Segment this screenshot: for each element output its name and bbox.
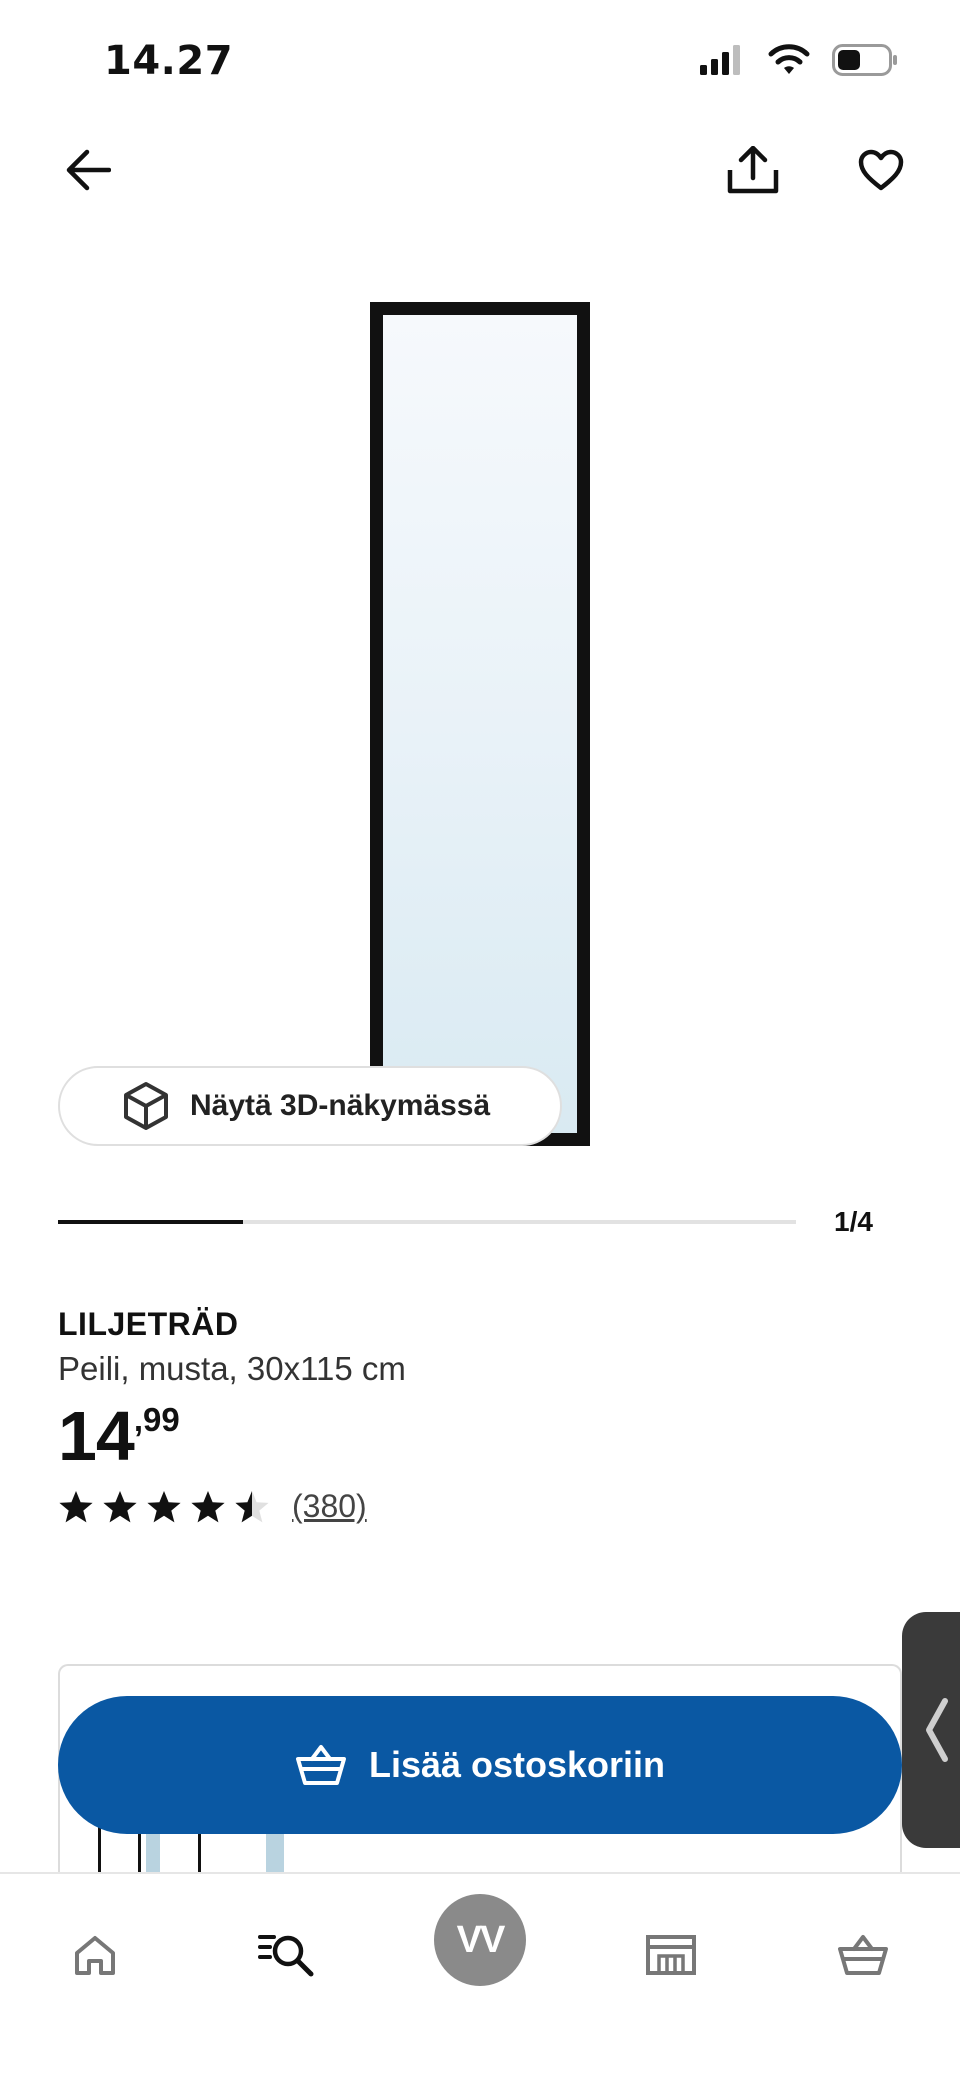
product-price: 14 ,99 (58, 1396, 180, 1476)
share-button[interactable] (717, 134, 789, 206)
nav-store[interactable] (626, 1910, 716, 2000)
search-icon (258, 1935, 314, 1977)
status-time: 14.27 (104, 38, 234, 84)
mirror-glass (383, 315, 577, 1133)
star-full-icon (59, 1490, 93, 1522)
favorite-button[interactable] (845, 134, 917, 206)
price-integer: 14 (58, 1397, 135, 1475)
product-description: Peili, musta, 30x115 cm (58, 1350, 406, 1387)
price-decimal: ,99 (133, 1401, 180, 1438)
side-panel-tab[interactable] (902, 1612, 960, 1848)
view-3d-label: Näytä 3D-näkymässä (190, 1089, 491, 1122)
product-image[interactable] (370, 302, 590, 1146)
review-count-link[interactable]: (380) (292, 1488, 367, 1525)
nav-cart[interactable] (818, 1910, 908, 2000)
battery-icon (832, 44, 897, 76)
rating-stars (58, 1489, 270, 1525)
product-name: LILJETRÄD (58, 1306, 239, 1342)
product-rating[interactable]: (380) (58, 1488, 367, 1525)
basket-icon (295, 1745, 346, 1785)
status-icons (700, 44, 898, 76)
carousel-progress-fill (58, 1220, 243, 1224)
carousel-counter: 1/4 (834, 1206, 873, 1237)
cart-icon (838, 1935, 888, 1975)
add-to-cart-label: Lisää ostoskoriin (368, 1744, 666, 1785)
bottom-nav: VV (0, 1872, 960, 2078)
cube-icon (124, 1082, 168, 1130)
avatar-initials: VV (456, 1918, 506, 1961)
star-full-icon (147, 1490, 181, 1522)
share-icon (727, 146, 779, 194)
wifi-icon (768, 44, 810, 74)
view-3d-button[interactable]: Näytä 3D-näkymässä (58, 1066, 562, 1146)
carousel-progress-track (58, 1220, 796, 1224)
store-icon (646, 1935, 696, 1975)
nav-search[interactable] (242, 1910, 332, 2000)
status-bar: 14.27 (0, 0, 960, 120)
star-half-icon (235, 1490, 269, 1522)
home-icon (75, 1936, 115, 1975)
back-arrow-icon (66, 149, 111, 191)
star-full-icon (191, 1490, 225, 1522)
back-button[interactable] (52, 134, 124, 206)
heart-icon (858, 149, 904, 191)
star-full-icon (103, 1490, 137, 1522)
nav-profile-avatar[interactable]: VV (434, 1894, 526, 1986)
signal-icon (700, 45, 740, 75)
nav-home[interactable] (50, 1910, 140, 2000)
chevron-left-icon (926, 1698, 948, 1762)
add-to-cart-button[interactable]: Lisää ostoskoriin (58, 1696, 902, 1834)
